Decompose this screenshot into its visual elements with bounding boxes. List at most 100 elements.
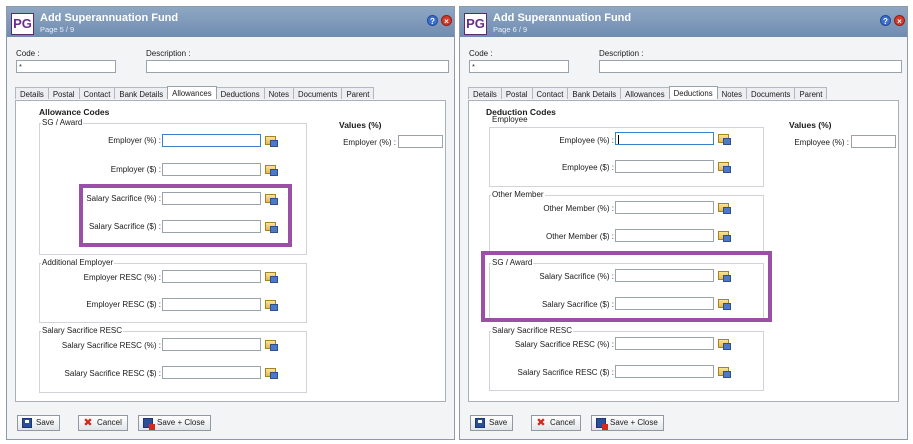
page-indicator: Page 5 / 9 bbox=[40, 25, 75, 34]
description-input[interactable] bbox=[146, 60, 449, 73]
tab-notes[interactable]: Notes bbox=[716, 87, 747, 99]
values-employee-pct-input[interactable] bbox=[851, 135, 896, 148]
group-title: Salary Sacrifice RESC bbox=[491, 326, 574, 335]
values-employer-pct-input[interactable] bbox=[398, 135, 443, 148]
save-button[interactable]: Save bbox=[470, 415, 514, 431]
lookup-icon[interactable] bbox=[265, 165, 278, 176]
add-fund-window-deductions: PG Add Superannuation Fund Page 6 / 9 ? … bbox=[459, 6, 908, 440]
window-title: Add Superannuation Fund bbox=[493, 12, 632, 24]
title-bar: PG Add Superannuation Fund Page 5 / 9 ? … bbox=[7, 7, 454, 37]
salary-sacrifice-resc-amt-input[interactable] bbox=[162, 366, 261, 379]
cancel-button[interactable]: ✖ Cancel bbox=[78, 415, 128, 431]
cancel-button[interactable]: ✖ Cancel bbox=[531, 415, 581, 431]
field-label: Salary Sacrifice (%) : bbox=[86, 194, 161, 203]
salary-sacrifice-pct-input[interactable] bbox=[162, 192, 261, 205]
tab-notes[interactable]: Notes bbox=[263, 87, 294, 99]
lookup-icon[interactable] bbox=[265, 300, 278, 311]
field-label: Salary Sacrifice RESC (%) : bbox=[61, 341, 161, 350]
tab-parent[interactable]: Parent bbox=[341, 87, 375, 99]
tab-contact[interactable]: Contact bbox=[531, 87, 569, 99]
description-input[interactable] bbox=[599, 60, 902, 73]
lookup-icon[interactable] bbox=[718, 162, 731, 173]
lookup-icon[interactable] bbox=[718, 367, 731, 378]
salary-sacrifice-resc-pct-input[interactable] bbox=[615, 337, 714, 350]
cancel-icon: ✖ bbox=[536, 417, 546, 429]
other-member-amt-input[interactable] bbox=[615, 229, 714, 242]
close-icon[interactable]: × bbox=[894, 15, 905, 26]
field-label: Salary Sacrifice RESC (%) : bbox=[514, 340, 614, 349]
tab-strip: Details Postal Contact Bank Details Allo… bbox=[15, 86, 375, 100]
group-title: SG / Award bbox=[41, 118, 84, 127]
field-label: Employer RESC (%) : bbox=[83, 273, 161, 282]
save-close-button[interactable]: Save + Close bbox=[138, 415, 211, 431]
group-title: Additional Employer bbox=[41, 258, 115, 267]
field-label: Employer ($) : bbox=[110, 165, 161, 174]
field-label: Other Member (%) : bbox=[543, 204, 614, 213]
lookup-icon[interactable] bbox=[265, 368, 278, 379]
description-label: Description : bbox=[146, 49, 191, 58]
tab-postal[interactable]: Postal bbox=[500, 87, 533, 99]
salary-sacrifice-amt-input[interactable] bbox=[162, 220, 261, 233]
save-close-button[interactable]: Save + Close bbox=[591, 415, 664, 431]
employer-resc-pct-input[interactable] bbox=[162, 270, 261, 283]
salary-sacrifice-resc-amt-input[interactable] bbox=[615, 365, 714, 378]
save-button[interactable]: Save bbox=[17, 415, 61, 431]
group-title: SG / Award bbox=[491, 258, 534, 267]
employer-resc-amt-input[interactable] bbox=[162, 298, 261, 311]
employer-pct-input[interactable] bbox=[162, 134, 261, 147]
cancel-icon: ✖ bbox=[83, 417, 93, 429]
save-close-icon bbox=[596, 418, 608, 430]
employee-amt-input[interactable] bbox=[615, 160, 714, 173]
other-member-pct-input[interactable] bbox=[615, 201, 714, 214]
tab-details[interactable]: Details bbox=[468, 87, 502, 99]
lookup-icon[interactable] bbox=[718, 231, 731, 242]
employer-amt-input[interactable] bbox=[162, 163, 261, 176]
code-input[interactable]: * bbox=[469, 60, 569, 73]
lookup-icon[interactable] bbox=[265, 272, 278, 283]
tab-documents[interactable]: Documents bbox=[293, 87, 343, 99]
lookup-icon[interactable] bbox=[265, 340, 278, 351]
tab-deductions[interactable]: Deductions bbox=[215, 87, 265, 99]
group-title: Employee bbox=[491, 115, 529, 124]
lookup-icon[interactable] bbox=[718, 134, 731, 145]
save-icon bbox=[475, 418, 485, 428]
tab-documents[interactable]: Documents bbox=[746, 87, 796, 99]
field-label: Employee (%) : bbox=[794, 138, 849, 147]
field-label: Salary Sacrifice ($) : bbox=[88, 222, 161, 231]
tab-parent[interactable]: Parent bbox=[794, 87, 828, 99]
description-label: Description : bbox=[599, 49, 644, 58]
tab-bank-details[interactable]: Bank Details bbox=[567, 87, 622, 99]
tab-contact[interactable]: Contact bbox=[78, 87, 116, 99]
field-label: Salary Sacrifice RESC ($) : bbox=[517, 368, 614, 377]
lookup-icon[interactable] bbox=[718, 271, 731, 282]
lookup-icon[interactable] bbox=[265, 136, 278, 147]
salary-sacrifice-amt-input[interactable] bbox=[615, 297, 714, 310]
field-label: Salary Sacrifice RESC ($) : bbox=[64, 369, 161, 378]
lookup-icon[interactable] bbox=[718, 203, 731, 214]
code-input[interactable]: * bbox=[16, 60, 116, 73]
tab-deductions[interactable]: Deductions bbox=[668, 86, 718, 99]
tab-postal[interactable]: Postal bbox=[47, 87, 80, 99]
lookup-icon[interactable] bbox=[265, 194, 278, 205]
close-icon[interactable]: × bbox=[441, 15, 452, 26]
field-label: Salary Sacrifice (%) : bbox=[539, 272, 614, 281]
tab-details[interactable]: Details bbox=[15, 87, 49, 99]
lookup-icon[interactable] bbox=[718, 339, 731, 350]
help-icon[interactable]: ? bbox=[427, 15, 438, 26]
title-bar: PG Add Superannuation Fund Page 6 / 9 ? … bbox=[460, 7, 907, 37]
save-close-icon bbox=[143, 418, 155, 430]
salary-sacrifice-resc-pct-input[interactable] bbox=[162, 338, 261, 351]
code-label: Code : bbox=[16, 49, 40, 58]
lookup-icon[interactable] bbox=[718, 299, 731, 310]
lookup-icon[interactable] bbox=[265, 222, 278, 233]
group-title: Salary Sacrifice RESC bbox=[41, 326, 124, 335]
tab-allowances[interactable]: Allowances bbox=[167, 86, 217, 99]
field-label: Employee ($) : bbox=[561, 163, 614, 172]
help-icon[interactable]: ? bbox=[880, 15, 891, 26]
salary-sacrifice-pct-input[interactable] bbox=[615, 269, 714, 282]
employee-pct-input[interactable] bbox=[615, 132, 714, 145]
field-label: Other Member ($) : bbox=[545, 232, 614, 241]
field-label: Employer (%) : bbox=[108, 136, 161, 145]
tab-bank-details[interactable]: Bank Details bbox=[114, 87, 169, 99]
tab-allowances[interactable]: Allowances bbox=[620, 87, 670, 99]
